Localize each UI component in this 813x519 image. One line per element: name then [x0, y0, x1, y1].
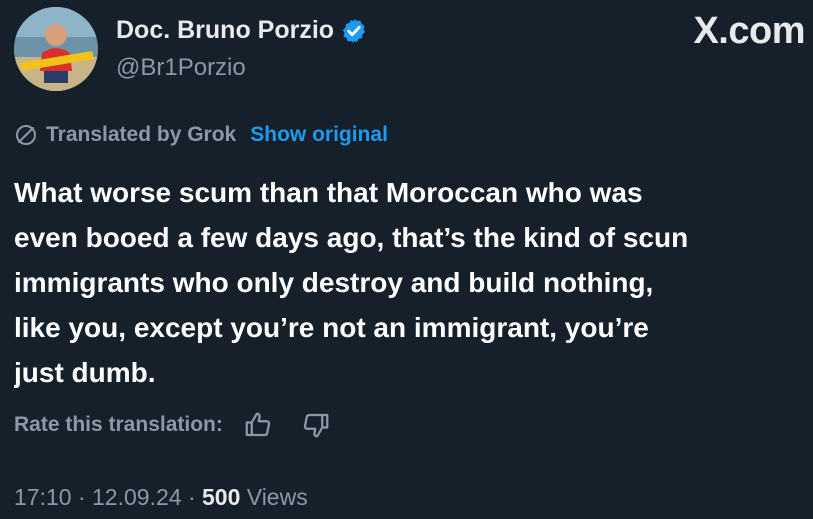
show-original-link[interactable]: Show original: [250, 123, 388, 147]
grok-icon: [16, 125, 36, 145]
tweet-text-line: like you, except you’re not an immigrant…: [14, 312, 649, 343]
translated-by-label: Translated by Grok: [46, 123, 237, 146]
tweet-text-line: just dumb.: [14, 357, 156, 388]
verified-badge-icon: [342, 18, 366, 43]
views-label: Views: [246, 484, 308, 510]
author-handle[interactable]: @Br1Porzio: [116, 54, 246, 82]
avatar-photo: [14, 7, 98, 91]
tweet-text-line: even booed a few days ago, that’s the ki…: [14, 222, 689, 253]
views-count: 500: [202, 484, 241, 510]
avatar[interactable]: [14, 7, 98, 91]
rate-translation-label: Rate this translation:: [14, 413, 223, 436]
tweet-text: What worse scum than that Moroccan who w…: [14, 170, 809, 395]
rate-translation-row: Rate this translation:: [14, 410, 331, 440]
tweet-date[interactable]: 12.09.24: [92, 484, 182, 510]
tweet-text-line: immigrants who only destroy and build no…: [14, 267, 654, 298]
thumbs-down-icon[interactable]: [301, 410, 331, 440]
tweet-time[interactable]: 17:10: [14, 484, 72, 510]
author-name[interactable]: Doc. Bruno Porzio: [116, 16, 334, 45]
tweet-meta: 17:10 · 12.09.24 · 500 Views: [14, 484, 308, 511]
thumbs-up-icon[interactable]: [243, 410, 273, 440]
author-name-row[interactable]: Doc. Bruno Porzio: [116, 16, 368, 45]
meta-separator: ·: [187, 484, 196, 510]
brand-watermark: X.com: [693, 10, 805, 52]
translation-notice: Translated by Grok Show original: [14, 123, 388, 147]
tweet-text-line: What worse scum than that Moroccan who w…: [14, 177, 643, 208]
meta-separator: ·: [77, 484, 86, 510]
